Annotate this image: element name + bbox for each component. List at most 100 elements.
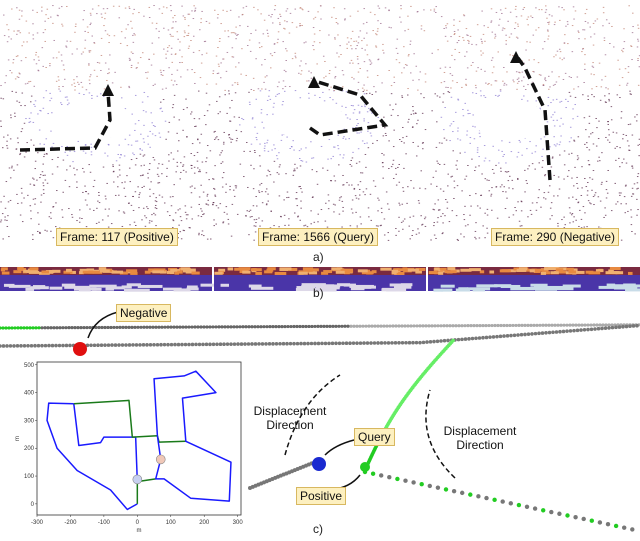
- lidar-point: [482, 52, 484, 54]
- lidar-point: [322, 167, 324, 169]
- lidar-point: [636, 114, 638, 116]
- lidar-point: [517, 23, 519, 25]
- lidar-point: [465, 175, 468, 177]
- lidar-point: [547, 30, 549, 32]
- lidar-point: [224, 30, 226, 32]
- lidar-point: [16, 164, 19, 166]
- lidar-point: [208, 22, 211, 24]
- lidar-point: [332, 155, 334, 157]
- lidar-point: [570, 76, 572, 78]
- trajectory-dot: [538, 323, 542, 327]
- lidar-point: [112, 164, 114, 166]
- lidar-point: [465, 84, 468, 86]
- trajectory-dot: [106, 325, 110, 330]
- trajectory-dot: [427, 483, 432, 489]
- lidar-point: [233, 116, 236, 118]
- lidar-point: [148, 222, 151, 224]
- lidar-point: [269, 53, 272, 55]
- lidar-point: [576, 115, 579, 117]
- lidar-point: [418, 232, 420, 234]
- lidar-point: [8, 167, 11, 169]
- lidar-point: [112, 5, 115, 7]
- lidar-point: [325, 75, 327, 77]
- lidar-point: [0, 125, 2, 127]
- lidar-point: [343, 8, 346, 10]
- lidar-point: [38, 223, 40, 225]
- lidar-point: [600, 183, 603, 185]
- trajectory-dot: [121, 325, 125, 329]
- lidar-point: [20, 105, 22, 107]
- lidar-point: [279, 164, 281, 166]
- lidar-point: [89, 74, 92, 76]
- lidar-point: [231, 84, 234, 86]
- lidar-point: [465, 78, 467, 80]
- trajectory-dot: [295, 341, 300, 346]
- range-image-3: [428, 267, 640, 292]
- lidar-point: [449, 66, 451, 68]
- lidar-point: [435, 12, 437, 14]
- lidar-point: [283, 20, 286, 22]
- trajectory-dot: [79, 325, 83, 330]
- lidar-point: [344, 19, 346, 21]
- lidar-point: [263, 127, 265, 129]
- lidar-point: [301, 191, 303, 193]
- lidar-point: [417, 89, 419, 91]
- lidar-point: [22, 41, 25, 43]
- trajectory-dot: [559, 323, 563, 327]
- lidar-point: [50, 97, 53, 99]
- lidar-point: [357, 81, 360, 83]
- lidar-point: [176, 161, 179, 163]
- range-image-ground: [32, 285, 46, 289]
- lidar-point: [198, 234, 200, 236]
- lidar-point: [352, 112, 355, 114]
- lidar-point: [335, 102, 338, 104]
- lidar-point: [436, 160, 438, 162]
- lidar-point: [33, 144, 35, 146]
- lidar-point: [88, 79, 91, 81]
- lidar-point: [61, 103, 63, 105]
- lidar-point: [26, 142, 28, 144]
- lidar-point: [563, 57, 565, 59]
- lidar-point: [584, 68, 586, 70]
- lidar-point: [183, 36, 186, 38]
- lidar-point: [605, 189, 608, 191]
- lidar-point: [571, 177, 573, 179]
- lidar-point: [594, 20, 597, 22]
- lidar-point: [152, 84, 155, 86]
- lidar-point: [147, 208, 149, 210]
- lidar-point: [573, 140, 576, 142]
- trajectory-dot: [514, 323, 518, 328]
- lidar-point: [502, 155, 504, 157]
- lidar-point: [598, 156, 600, 158]
- lidar-point: [305, 147, 307, 149]
- lidar-point: [481, 42, 483, 44]
- trajectory-dot: [435, 339, 440, 344]
- lidar-point: [292, 174, 295, 176]
- lidar-point: [597, 160, 599, 162]
- lidar-point: [357, 89, 359, 91]
- lidar-point: [190, 113, 192, 115]
- lidar-point: [544, 11, 547, 13]
- trajectory-dot: [478, 324, 482, 328]
- lidar-point: [491, 187, 493, 189]
- lidar-point: [276, 158, 279, 160]
- trajectory-dot: [22, 344, 27, 348]
- lidar-point: [222, 58, 224, 60]
- lidar-point: [271, 55, 274, 57]
- lidar-point: [286, 8, 289, 10]
- lidar-point: [215, 223, 217, 225]
- trajectory-dot: [439, 324, 443, 328]
- lidar-point: [476, 205, 479, 207]
- lidar-point: [230, 235, 233, 237]
- lidar-point: [630, 216, 633, 218]
- lidar-point: [637, 59, 639, 61]
- lidar-point: [503, 186, 506, 188]
- lidar-point: [274, 5, 277, 7]
- lidar-point: [186, 107, 188, 109]
- lidar-point: [382, 166, 384, 168]
- lidar-point: [423, 97, 425, 99]
- trajectory-dot: [145, 343, 149, 347]
- lidar-point: [267, 35, 270, 37]
- lidar-point: [254, 231, 257, 233]
- trajectory-dot: [484, 495, 489, 501]
